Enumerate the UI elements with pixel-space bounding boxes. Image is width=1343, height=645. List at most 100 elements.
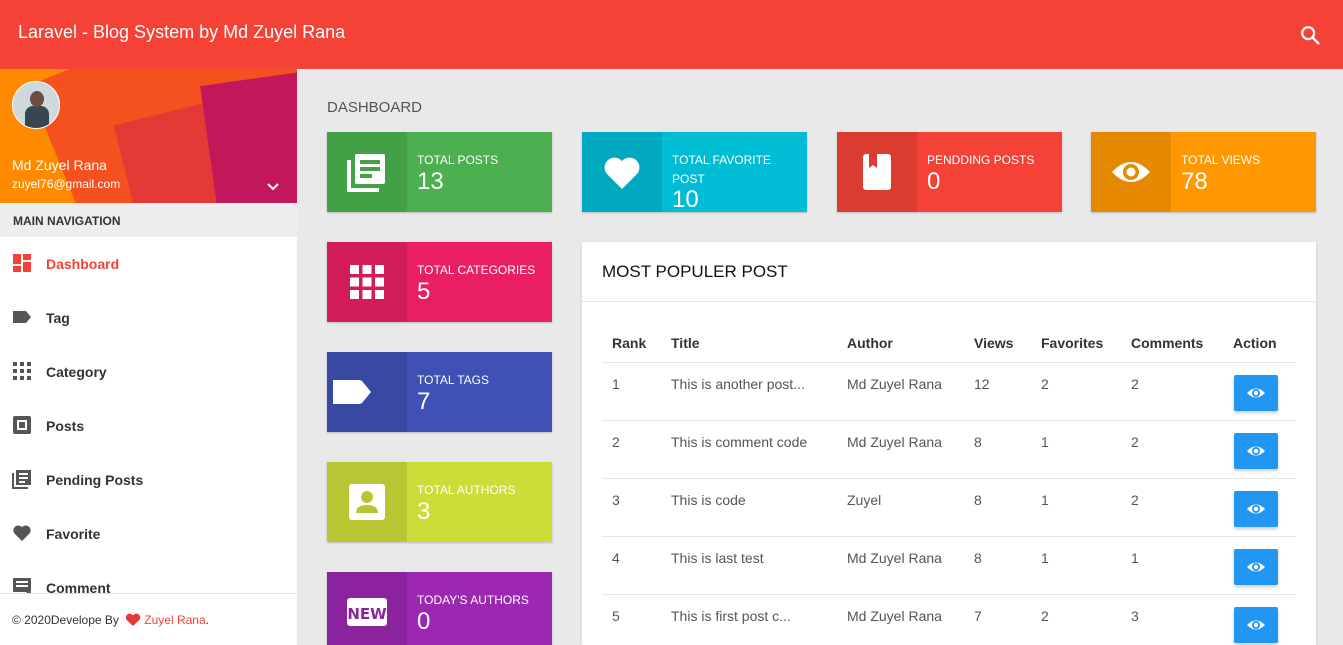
sidebar-item-label: Dashboard — [46, 256, 120, 272]
apps-grid-icon — [12, 361, 32, 381]
cell-rank: 3 — [612, 492, 620, 508]
cell-views: 8 — [974, 434, 982, 450]
column-header-comments: Comments — [1131, 335, 1204, 351]
sidebar-item-label: Pending Posts — [46, 472, 144, 488]
footer-author-link[interactable]: Zuyel Rana — [144, 613, 205, 627]
sidebar-item-posts[interactable]: Posts — [0, 399, 297, 453]
card-value: 5 — [417, 278, 431, 305]
sidebar-item-pending-posts[interactable]: Pending Posts — [0, 453, 297, 507]
sidebar-item-favorite[interactable]: Favorite — [0, 507, 297, 561]
card-title: TOTAL TAGS — [417, 373, 490, 387]
sidebar-item-label: Tag — [46, 310, 70, 326]
sidebar-item-label: Posts — [46, 418, 85, 434]
heart-icon — [125, 613, 141, 626]
card-value: 0 — [417, 608, 431, 635]
cell-favorites: 2 — [1041, 608, 1049, 624]
sidebar-item-label: Category — [46, 364, 107, 380]
cell-rank: 2 — [612, 434, 620, 450]
cell-favorites: 1 — [1041, 434, 1049, 450]
user-name: Md Zuyel Rana — [12, 157, 107, 173]
cell-favorites: 1 — [1041, 550, 1049, 566]
sidebar-item-tag[interactable]: Tag — [0, 291, 297, 345]
top-navbar: Laravel - Blog System by Md Zuyel Rana — [0, 0, 1343, 69]
card-value: 13 — [417, 168, 444, 195]
panel-title: MOST POPULER POST — [582, 242, 1316, 302]
cell-favorites: 2 — [1041, 376, 1049, 392]
account-box-icon — [327, 462, 407, 542]
eye-icon — [1247, 562, 1265, 572]
sidebar-item-category[interactable]: Category — [0, 345, 297, 399]
app-title[interactable]: Laravel - Blog System by Md Zuyel Rana — [18, 22, 345, 43]
user-email: zuyel76@gmail.com — [12, 177, 121, 191]
stat-card-todays-authors: NEW TODAY'S AUTHORS 0 — [327, 572, 552, 645]
column-header-views: Views — [974, 335, 1014, 351]
sidebar-footer: © 2020Develope By Zuyel Rana. — [0, 593, 297, 645]
view-post-button[interactable] — [1234, 491, 1278, 527]
library-books-icon — [12, 415, 32, 435]
card-title: TOTAL AUTHORS — [417, 483, 516, 497]
page-title: DASHBOARD — [327, 99, 423, 116]
cell-title: This is another post... — [671, 376, 805, 392]
view-post-button[interactable] — [1234, 607, 1278, 643]
cell-rank: 1 — [612, 376, 620, 392]
stat-card-total-categories: TOTAL CATEGORIES 5 — [327, 242, 552, 322]
column-header-favorites: Favorites — [1041, 335, 1104, 351]
card-value: 10 — [672, 186, 699, 212]
stat-card-pending-posts: PENDDING POSTS 0 — [837, 132, 1062, 212]
cell-views: 8 — [974, 492, 982, 508]
view-post-button[interactable] — [1234, 433, 1278, 469]
card-title: PENDDING POSTS — [927, 153, 1035, 167]
card-value: 3 — [417, 498, 431, 525]
stat-card-total-posts: TOTAL POSTS 13 — [327, 132, 552, 212]
library-books-icon — [12, 469, 32, 489]
sidebar-item-dashboard[interactable]: Dashboard — [0, 237, 297, 291]
column-header-title: Title — [671, 335, 700, 351]
heart-icon — [12, 523, 32, 543]
eye-icon — [1247, 504, 1265, 514]
svg-text:NEW: NEW — [347, 605, 387, 623]
cell-views: 12 — [974, 376, 990, 392]
apps-grid-icon — [327, 242, 407, 322]
most-popular-post-panel: MOST POPULER POST Rank Title Author View… — [582, 242, 1316, 645]
eye-icon — [1247, 620, 1265, 630]
table-row: 4 This is last test Md Zuyel Rana 8 1 1 — [602, 536, 1296, 594]
cell-views: 7 — [974, 608, 982, 624]
cell-comments: 2 — [1131, 492, 1139, 508]
card-title: TODAY'S AUTHORS — [417, 593, 529, 607]
cell-title: This is first post c... — [671, 608, 791, 624]
cell-favorites: 1 — [1041, 492, 1049, 508]
card-title: TOTAL FAVORITE POST — [672, 153, 771, 186]
cell-comments: 2 — [1131, 434, 1139, 450]
heart-icon — [582, 132, 662, 212]
column-header-rank: Rank — [612, 335, 647, 351]
stat-card-total-favorite-post: TOTAL FAVORITE POST 10 — [582, 132, 807, 212]
view-post-button[interactable] — [1234, 375, 1278, 411]
cell-comments: 3 — [1131, 608, 1139, 624]
card-value: 0 — [927, 168, 941, 195]
tag-icon — [12, 307, 32, 327]
search-icon[interactable] — [1299, 24, 1321, 46]
cell-title: This is code — [671, 492, 746, 508]
cell-author: Zuyel — [847, 492, 882, 508]
cell-author: Md Zuyel Rana — [847, 608, 942, 624]
column-header-author: Author — [847, 335, 893, 351]
eye-icon — [1247, 446, 1265, 456]
view-post-button[interactable] — [1234, 549, 1278, 585]
eye-icon — [1091, 132, 1171, 212]
column-header-action: Action — [1233, 335, 1277, 351]
cell-comments: 2 — [1131, 376, 1139, 392]
footer-suffix: . — [205, 613, 209, 627]
cell-author: Md Zuyel Rana — [847, 550, 942, 566]
stat-card-total-authors: TOTAL AUTHORS 3 — [327, 462, 552, 542]
user-profile: Md Zuyel Rana zuyel76@gmail.com — [0, 69, 297, 203]
stat-card-total-views: TOTAL VIEWS 78 — [1091, 132, 1316, 212]
nav-heading: MAIN NAVIGATION — [0, 203, 297, 237]
chevron-down-icon[interactable] — [265, 179, 281, 195]
card-value: 7 — [417, 388, 431, 415]
table-row: 2 This is comment code Md Zuyel Rana 8 1… — [602, 420, 1296, 478]
eye-icon — [1247, 388, 1265, 398]
cell-views: 8 — [974, 550, 982, 566]
card-title: TOTAL CATEGORIES — [417, 263, 536, 277]
tag-icon — [327, 352, 407, 432]
sidebar: Md Zuyel Rana zuyel76@gmail.com MAIN NAV… — [0, 69, 297, 645]
